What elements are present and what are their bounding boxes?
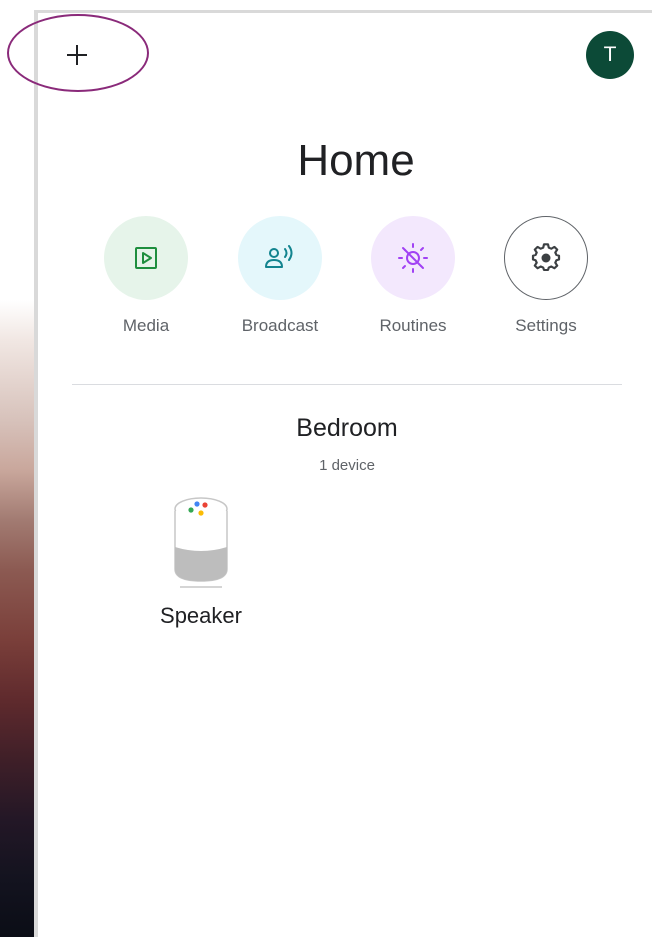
device-label: Speaker — [160, 603, 242, 628]
page-title: Home — [297, 136, 415, 185]
avatar-letter: T — [603, 43, 617, 66]
broadcast-label: Broadcast — [241, 316, 319, 335]
device-tile-speaker[interactable]: Speaker — [146, 495, 256, 629]
settings-circle — [504, 216, 588, 300]
room-device-count: 1 device — [319, 457, 375, 474]
settings-label: Settings — [515, 316, 577, 335]
settings-button[interactable]: Settings — [491, 216, 601, 336]
play-icon — [135, 247, 157, 269]
routines-label: Routines — [379, 316, 447, 335]
broadcast-circle — [238, 216, 322, 300]
room-name: Bedroom — [296, 414, 398, 442]
section-divider — [72, 384, 622, 385]
media-circle — [104, 216, 188, 300]
account-avatar[interactable]: T — [586, 31, 634, 79]
add-button[interactable] — [60, 38, 94, 72]
media-label: Media — [122, 316, 170, 335]
routines-button[interactable]: Routines — [358, 216, 468, 336]
broadcast-button[interactable]: Broadcast — [225, 216, 335, 336]
broadcast-icon — [265, 245, 293, 268]
gear-icon — [531, 243, 561, 272]
google-home-speaker-icon — [174, 497, 228, 588]
routines-circle — [371, 216, 455, 300]
plus-icon — [67, 45, 87, 65]
sun-icon — [398, 243, 428, 273]
media-button[interactable]: Media — [91, 216, 201, 336]
